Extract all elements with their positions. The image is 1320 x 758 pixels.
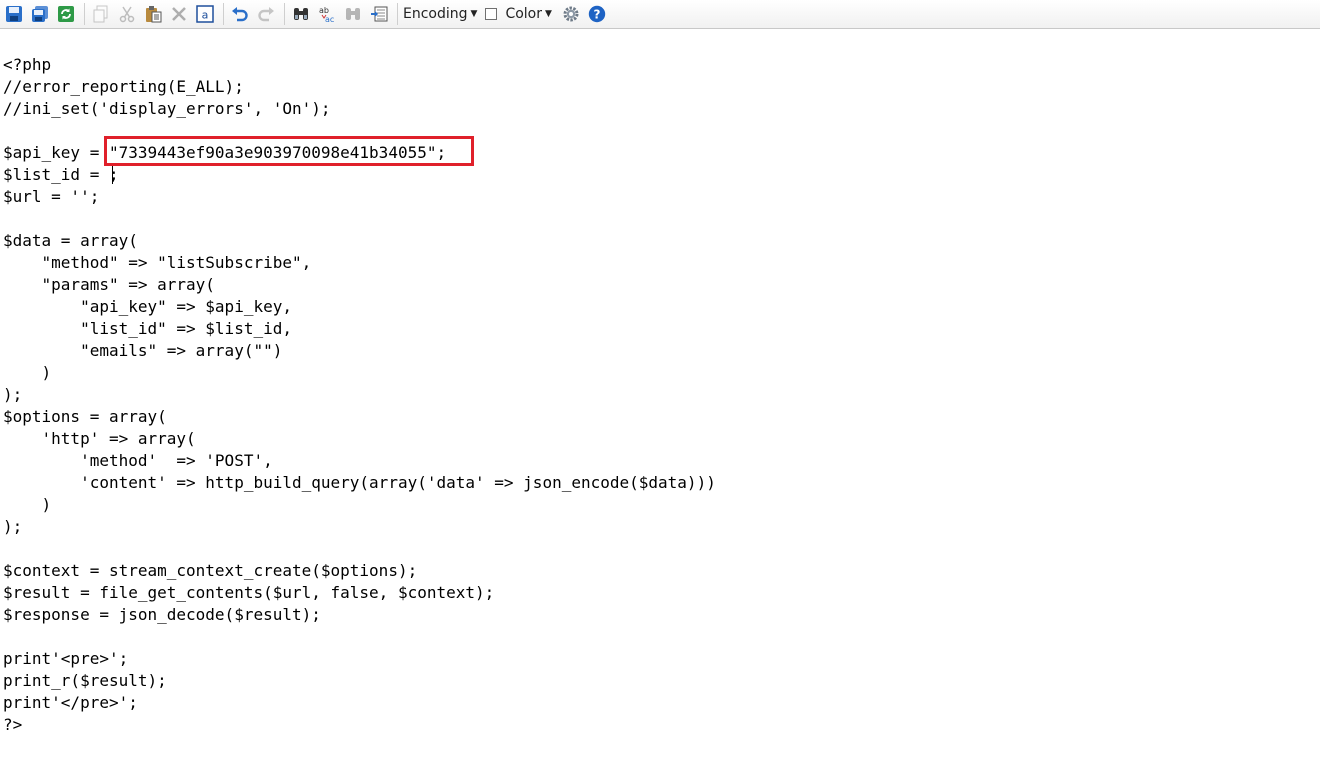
reload-icon[interactable] xyxy=(55,3,77,25)
code-line: ); xyxy=(3,517,23,536)
toolbar: a ab ac Encoding ▼ Color ▼ ? xyxy=(0,0,1320,29)
help-icon[interactable]: ? xyxy=(586,3,608,25)
replace-icon[interactable]: ab ac xyxy=(316,3,338,25)
color-label: Color xyxy=(505,6,543,22)
code-line: $list_id = ; xyxy=(3,165,119,184)
toolbar-separator xyxy=(284,3,285,25)
code-line: ) xyxy=(3,363,52,382)
code-line: 'http' => array( xyxy=(3,429,196,448)
toolbar-separator xyxy=(397,3,398,25)
color-dropdown[interactable]: Color ▼ xyxy=(505,6,551,22)
chevron-down-icon: ▼ xyxy=(545,9,552,19)
code-line: <?php xyxy=(3,55,52,74)
code-line: "method" => "listSubscribe", xyxy=(3,253,312,272)
toolbar-separator xyxy=(84,3,85,25)
code-line: $context = stream_context_create($option… xyxy=(3,561,418,580)
undo-icon[interactable] xyxy=(229,3,251,25)
redo-icon[interactable] xyxy=(255,3,277,25)
code-line: print'<pre>'; xyxy=(3,649,129,668)
encoding-dropdown[interactable]: Encoding ▼ xyxy=(403,6,477,22)
code-line: $response = json_decode($result); xyxy=(3,605,321,624)
paste-icon[interactable] xyxy=(142,3,164,25)
delete-icon[interactable] xyxy=(168,3,190,25)
copy-icon[interactable] xyxy=(90,3,112,25)
code-line: print'</pre>'; xyxy=(3,693,138,712)
code-line: //ini_set('display_errors', 'On'); xyxy=(3,99,331,118)
svg-text:ac: ac xyxy=(325,15,334,23)
code-line: "list_id" => $list_id, xyxy=(3,319,292,338)
code-line: $data = array( xyxy=(3,231,138,250)
code-line: 'content' => http_build_query(array('dat… xyxy=(3,473,716,492)
code-line: "params" => array( xyxy=(3,275,215,294)
find-icon[interactable] xyxy=(290,3,312,25)
code-line: "emails" => array("") xyxy=(3,341,283,360)
code-line: $url = ''; xyxy=(3,187,100,206)
gear-icon[interactable] xyxy=(560,3,582,25)
svg-text:?: ? xyxy=(593,8,600,22)
toolbar-separator xyxy=(223,3,224,25)
code-line: //error_reporting(E_ALL); xyxy=(3,77,244,96)
select-all-icon[interactable]: a xyxy=(194,3,216,25)
find-next-icon[interactable] xyxy=(342,3,364,25)
svg-text:a: a xyxy=(202,9,209,22)
code-line: ) xyxy=(3,495,52,514)
goto-icon[interactable] xyxy=(368,3,390,25)
code-line: 'method' => 'POST', xyxy=(3,451,273,470)
text-cursor xyxy=(112,166,113,184)
code-line: print_r($result); xyxy=(3,671,167,690)
code-editor[interactable]: <?php //error_reporting(E_ALL); //ini_set(… xyxy=(0,30,1320,758)
code-line: $options = array( xyxy=(3,407,167,426)
cut-icon[interactable] xyxy=(116,3,138,25)
save-all-icon[interactable] xyxy=(29,3,51,25)
code-line: ?> xyxy=(3,715,23,734)
color-checkbox[interactable] xyxy=(485,8,498,20)
chevron-down-icon: ▼ xyxy=(470,9,478,19)
save-icon[interactable] xyxy=(3,3,25,25)
svg-text:ab: ab xyxy=(319,6,329,15)
encoding-label: Encoding xyxy=(403,6,468,22)
code-line: ); xyxy=(3,385,23,404)
api-key-highlight-box xyxy=(104,136,474,166)
code-line: "api_key" => $api_key, xyxy=(3,297,292,316)
code-line: $result = file_get_contents($url, false,… xyxy=(3,583,495,602)
